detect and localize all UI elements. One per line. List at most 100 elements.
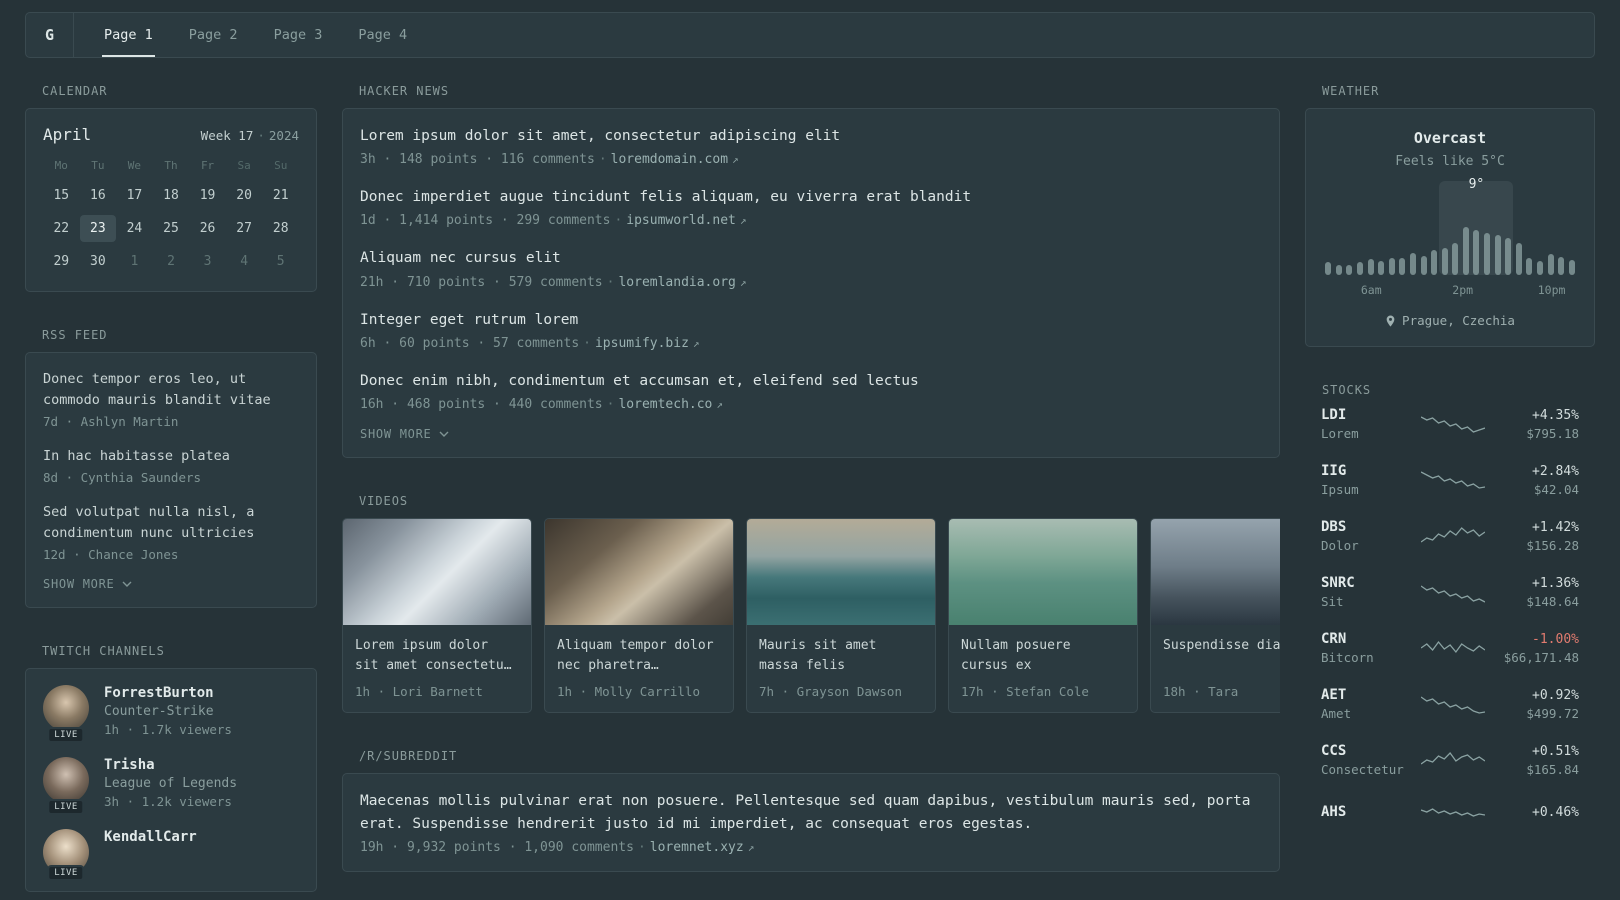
time-label: 2pm	[1452, 283, 1474, 297]
stock-row[interactable]: IIG Ipsum +2.84% $42.04	[1321, 463, 1579, 497]
video-info: Lorem ipsum dolor sit amet consectetu… 1h…	[343, 625, 531, 712]
stock-values: +1.42% $156.28	[1495, 520, 1579, 553]
video-thumbnail[interactable]	[343, 518, 531, 625]
video-card[interactable]: Mauris sit amet massa felis 7h · Grayson …	[746, 517, 936, 713]
hackernews-item-title: Lorem ipsum dolor sit amet, consectetur …	[360, 128, 841, 144]
calendar-day[interactable]: 27	[226, 215, 263, 242]
hackernews-item[interactable]: Integer eget rutrum lorem 6h · 60 points …	[360, 309, 1262, 351]
twitch-channel[interactable]: LIVE ForrestBurton Counter-Strike 1h · 1.7k…	[43, 684, 299, 743]
video-card[interactable]: Suspendisse diam 18h · Tara	[1150, 517, 1280, 713]
stock-sparkline	[1421, 751, 1485, 765]
calendar-day[interactable]: 1	[116, 248, 153, 275]
hackernews-item-title: Integer eget rutrum lorem	[360, 311, 579, 328]
weather-widget: WEATHER Overcast Feels like 5°C 9° 6am 2p…	[1305, 84, 1595, 347]
calendar-day[interactable]: 2	[153, 248, 190, 275]
chevron-down-icon	[122, 581, 132, 587]
calendar-day[interactable]: 3	[189, 248, 226, 275]
separator: ·	[598, 152, 607, 168]
calendar-day[interactable]: 20	[226, 182, 263, 209]
video-thumbnail[interactable]	[747, 518, 935, 625]
stock-row[interactable]: SNRC Sit +1.36% $148.64	[1321, 575, 1579, 609]
stock-row[interactable]: DBS Dolor +1.42% $156.28	[1321, 519, 1579, 553]
day-of-week-label: Sa	[237, 159, 251, 172]
calendar-day[interactable]: 30	[80, 248, 117, 275]
channel-game: Counter-Strike	[104, 703, 214, 719]
video-thumbnail[interactable]	[949, 518, 1137, 625]
calendar-week-label: Week 17	[200, 128, 254, 143]
source-link[interactable]: loremtech.co	[618, 397, 712, 412]
calendar-day[interactable]: 22	[43, 215, 80, 242]
twitch-channel[interactable]: LIVE Trisha League of Legends 3h · 1.2k vie…	[43, 756, 299, 815]
tab-page-2[interactable]: Page 2	[187, 13, 240, 57]
stock-symbol: CCS	[1321, 743, 1347, 759]
stocks-widget: STOCKS LDI Lorem +4.35% $795.18 IIG Ipsum +2.8…	[1305, 383, 1595, 825]
calendar-day[interactable]: 23	[79, 215, 117, 242]
stock-row[interactable]: LDI Lorem +4.35% $795.18	[1321, 407, 1579, 441]
weather-location[interactable]: Prague, Czechia	[1323, 313, 1577, 328]
tab-page-1[interactable]: Page 1	[102, 13, 155, 57]
video-thumbnail[interactable]	[1151, 518, 1280, 625]
hackernews-item[interactable]: Aliquam nec cursus elit 21h · 710 points …	[360, 247, 1262, 289]
calendar-day[interactable]: 15	[43, 182, 80, 209]
subreddit-item[interactable]: Maecenas mollis pulvinar erat non posuer…	[360, 790, 1262, 855]
rss-item[interactable]: In hac habitasse platea 8d · Cynthia Saun…	[43, 446, 299, 485]
video-thumbnail[interactable]	[545, 518, 733, 625]
stock-values: +0.51% $165.84	[1495, 744, 1579, 777]
calendar-day[interactable]: 19	[189, 182, 226, 209]
app-logo[interactable]: G	[26, 13, 74, 57]
videos-widget-title: VIDEOS	[359, 493, 409, 508]
rss-item-title: Donec tempor eros leo, ut commodo mauris…	[43, 371, 271, 408]
calendar-day[interactable]: 24	[116, 215, 153, 242]
source-link[interactable]: loremnet.xyz	[650, 840, 744, 855]
tab-page-4[interactable]: Page 4	[356, 13, 409, 57]
twitch-channel[interactable]: LIVE KendallCarr	[43, 828, 299, 881]
source-link[interactable]: ipsumify.biz	[595, 336, 689, 351]
stock-row[interactable]: CCS Consectetur +0.51% $165.84	[1321, 743, 1579, 777]
external-link-icon: ↗	[739, 214, 747, 228]
rss-item-meta: 7d · Ashlyn Martin	[43, 413, 179, 429]
rss-item[interactable]: Sed volutpat nulla nisl, a condimentum n…	[43, 502, 299, 562]
avatar-image	[43, 684, 89, 731]
stock-row[interactable]: CRN Bitcorn -1.00% $66,171.48	[1321, 631, 1579, 665]
source-link[interactable]: ipsumworld.net	[626, 213, 736, 228]
rss-item[interactable]: Donec tempor eros leo, ut commodo mauris…	[43, 369, 299, 429]
stock-row[interactable]: AHS +0.46%	[1321, 799, 1579, 825]
hackernews-item[interactable]: Donec imperdiet augue tincidunt felis al…	[360, 186, 1262, 228]
dashboard-page: G Page 1 Page 2 Page 3 Page 4 CALENDAR Apri…	[0, 12, 1620, 900]
video-card[interactable]: Lorem ipsum dolor sit amet consectetu… 1h…	[342, 517, 532, 713]
calendar-day[interactable]: 5	[262, 248, 299, 275]
show-more-label: SHOW MORE	[360, 426, 432, 441]
calendar-day[interactable]: 28	[262, 215, 299, 242]
calendar-day[interactable]: 21	[262, 182, 299, 209]
video-card[interactable]: Nullam posuere cursus ex 17h · Stefan Col…	[948, 517, 1138, 713]
hackernews-item[interactable]: Donec enim nibh, condimentum et accumsan…	[360, 370, 1262, 412]
separator: ·	[257, 128, 265, 143]
calendar-day[interactable]: 25	[153, 215, 190, 242]
channel-viewers: 1h · 1.7k viewers	[104, 721, 232, 737]
calendar-day[interactable]: 4	[226, 248, 263, 275]
rss-widget: RSS FEED Donec tempor eros leo, ut commo…	[25, 328, 317, 608]
show-more-button[interactable]: SHOW MORE	[360, 427, 449, 441]
weather-bar	[1367, 259, 1374, 275]
video-card[interactable]: Aliquam tempor dolor nec pharetra… 1h · M…	[544, 517, 734, 713]
rss-item-meta: 8d · Cynthia Saunders	[43, 469, 202, 485]
stocks-list: LDI Lorem +4.35% $795.18 IIG Ipsum +2.84% $42.0…	[1305, 407, 1595, 825]
hackernews-item[interactable]: Lorem ipsum dolor sit amet, consectetur …	[360, 125, 1262, 167]
source-link[interactable]: loremlandia.org	[618, 275, 735, 290]
show-more-label: SHOW MORE	[43, 576, 115, 591]
stock-name: Dolor	[1321, 538, 1359, 553]
day-of-week-label: Fr	[200, 159, 215, 172]
subreddit-item-meta: 19h · 9,932 points · 1,090 comments · lore…	[360, 840, 1262, 855]
calendar-day[interactable]: 26	[189, 215, 226, 242]
calendar-day[interactable]: 17	[116, 182, 153, 209]
source-link[interactable]: loremdomain.com	[611, 152, 728, 167]
stock-change: +0.92%	[1532, 687, 1579, 703]
calendar-day[interactable]: 18	[153, 182, 190, 209]
show-more-button[interactable]: SHOW MORE	[43, 577, 132, 591]
calendar-day[interactable]: 29	[43, 248, 80, 275]
calendar-day[interactable]: 16	[80, 182, 117, 209]
stock-row[interactable]: AET Amet +0.92% $499.72	[1321, 687, 1579, 721]
tab-page-3[interactable]: Page 3	[272, 13, 325, 57]
hackernews-widget: HACKER NEWS Lorem ipsum dolor sit amet, …	[342, 84, 1280, 458]
video-title: Suspendisse diam	[1163, 637, 1280, 653]
